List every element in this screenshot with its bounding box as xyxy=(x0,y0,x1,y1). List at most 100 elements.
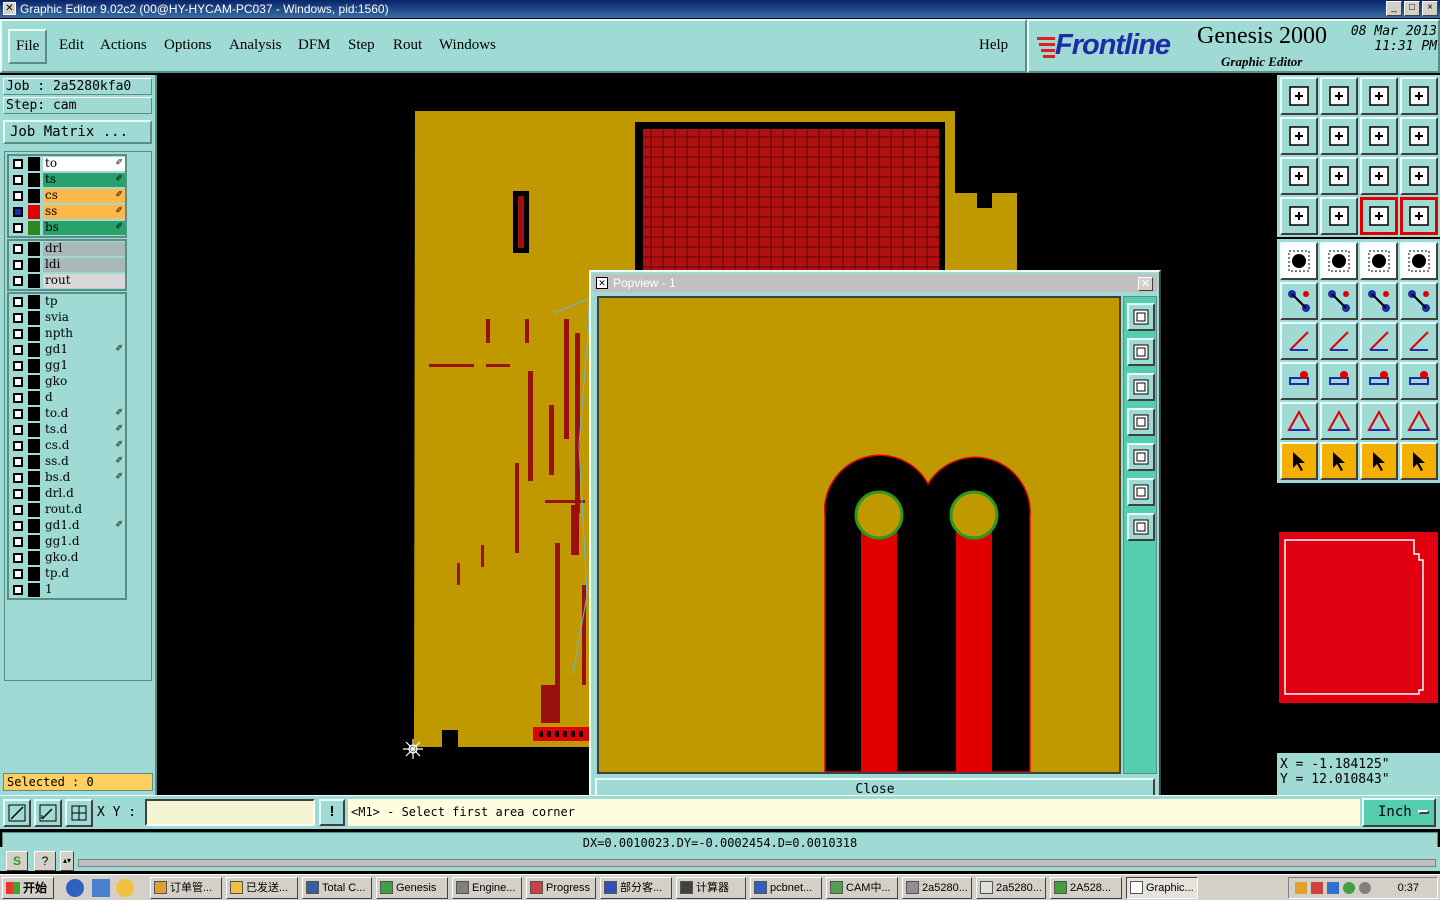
popview-canvas[interactable] xyxy=(597,296,1121,774)
taskbar-item[interactable]: CAM中... xyxy=(826,877,898,899)
taskbar-item[interactable]: 2a5280... xyxy=(976,877,1046,899)
tools-icon[interactable] xyxy=(1280,197,1318,235)
tray-app-icon[interactable] xyxy=(1295,882,1307,894)
layer-name[interactable]: drl xyxy=(43,242,125,256)
menu-edit[interactable]: Edit xyxy=(59,37,84,54)
layer-display-checkbox[interactable] xyxy=(13,175,23,185)
layer-display-checkbox[interactable] xyxy=(13,537,23,547)
snap-toggle-icon[interactable] xyxy=(1400,197,1438,235)
layer-name[interactable]: ss ✐ xyxy=(43,205,125,219)
layer-row-ldi[interactable]: ldi xyxy=(9,257,125,273)
draw-line-icon[interactable] xyxy=(1320,322,1358,360)
layer-row-cs-d[interactable]: cs.d ✐ xyxy=(9,438,125,454)
layer-row-svia[interactable]: svia xyxy=(9,310,125,326)
layer-display-checkbox[interactable] xyxy=(13,260,23,270)
layer-display-checkbox[interactable] xyxy=(13,313,23,323)
taskbar-item[interactable]: 订单管... xyxy=(150,877,222,899)
pan-left-icon[interactable] xyxy=(1127,408,1155,436)
layer-display-checkbox[interactable] xyxy=(13,585,23,595)
pan-right-icon[interactable] xyxy=(1127,443,1155,471)
rotate-icon[interactable] xyxy=(1360,322,1398,360)
page-down-icon[interactable] xyxy=(1320,77,1358,115)
query-icon[interactable]: ? xyxy=(34,851,56,871)
select-icon[interactable] xyxy=(1280,442,1318,480)
taskbar-item[interactable]: 2A528... xyxy=(1050,877,1122,899)
layer-name[interactable]: ss.d ✐ xyxy=(43,455,125,469)
spinner-icon[interactable]: ▴▾ xyxy=(60,851,74,871)
layer-display-checkbox[interactable] xyxy=(13,505,23,515)
select-net-icon[interactable] xyxy=(1400,442,1438,480)
measure-diagonal-icon[interactable] xyxy=(34,799,62,827)
layer-display-checkbox[interactable] xyxy=(13,377,23,387)
tray-volume-icon[interactable] xyxy=(1311,882,1323,894)
delete-node-icon[interactable] xyxy=(1320,282,1358,320)
browser-quicklaunch-icon[interactable] xyxy=(66,879,84,897)
layer-name[interactable]: gko.d xyxy=(43,551,125,565)
layer-row-gko-d[interactable]: gko.d xyxy=(9,550,125,566)
clock-quicklaunch-icon[interactable] xyxy=(116,879,134,897)
taskbar-item[interactable]: 已发送... xyxy=(226,877,298,899)
layer-color-swatch[interactable] xyxy=(28,503,40,517)
move-node-icon[interactable] xyxy=(1360,282,1398,320)
layer-color-swatch[interactable] xyxy=(28,274,40,288)
layer-color-swatch[interactable] xyxy=(28,519,40,533)
layer-color-swatch[interactable] xyxy=(28,583,40,597)
menu-actions[interactable]: Actions xyxy=(100,37,147,54)
popview-close-icon[interactable]: ✕ xyxy=(1138,277,1153,291)
next-icon[interactable] xyxy=(1320,117,1358,155)
layer-color-swatch[interactable] xyxy=(28,439,40,453)
layer-display-checkbox[interactable] xyxy=(13,223,23,233)
zoom-in-icon[interactable] xyxy=(1127,513,1155,541)
layer-display-checkbox[interactable] xyxy=(13,569,23,579)
layer-row-ts-d[interactable]: ts.d ✐ xyxy=(9,422,125,438)
layer-name[interactable]: drl.d xyxy=(43,487,125,501)
layer-display-checkbox[interactable] xyxy=(13,457,23,467)
grid-icon[interactable] xyxy=(1320,197,1358,235)
xy-input[interactable] xyxy=(145,799,315,826)
taskbar-item[interactable]: 计算器 xyxy=(676,877,746,899)
start-button[interactable]: 开始 xyxy=(2,877,54,899)
layer-color-swatch[interactable] xyxy=(28,311,40,325)
layer-name[interactable]: tp.d xyxy=(43,567,125,581)
menu-options[interactable]: Options xyxy=(164,37,212,54)
cut-line-icon[interactable] xyxy=(1320,362,1358,400)
layer-display-checkbox[interactable] xyxy=(13,393,23,403)
layer-row-gko[interactable]: gko xyxy=(9,374,125,390)
layer-color-swatch[interactable] xyxy=(28,471,40,485)
layer-display-checkbox[interactable] xyxy=(13,244,23,254)
layer-row-gg1[interactable]: gg1 xyxy=(9,358,125,374)
layer-name[interactable]: rout.d xyxy=(43,503,125,517)
layer-name[interactable]: d xyxy=(43,391,125,405)
poly-outline-icon[interactable] xyxy=(1320,402,1358,440)
layer-row-cs[interactable]: cs ✐ xyxy=(9,188,125,204)
script-icon[interactable]: S xyxy=(6,851,28,871)
layer-name[interactable]: rout xyxy=(43,274,125,288)
select-point-icon[interactable] xyxy=(1360,442,1398,480)
layer-name[interactable]: gg1.d xyxy=(43,535,125,549)
layer-color-swatch[interactable] xyxy=(28,535,40,549)
layer-name[interactable]: gd1 ✐ xyxy=(43,343,125,357)
edit-node-icon[interactable] xyxy=(1400,282,1438,320)
pan-down-icon[interactable] xyxy=(1127,373,1155,401)
layer-row-bs-d[interactable]: bs.d ✐ xyxy=(9,470,125,486)
layer-display-checkbox[interactable] xyxy=(13,276,23,286)
job-matrix-button[interactable]: Job Matrix ... xyxy=(3,120,152,144)
layer-color-swatch[interactable] xyxy=(28,407,40,421)
taskbar-item[interactable]: 部分客... xyxy=(600,877,672,899)
layer-name[interactable]: bs.d ✐ xyxy=(43,471,125,485)
layer-display-checkbox[interactable] xyxy=(13,409,23,419)
layer-color-swatch[interactable] xyxy=(28,295,40,309)
layer-row-drl-d[interactable]: drl.d xyxy=(9,486,125,502)
layer-row-tp-d[interactable]: tp.d xyxy=(9,566,125,582)
prev-icon[interactable] xyxy=(1280,117,1318,155)
layer-display-checkbox[interactable] xyxy=(13,441,23,451)
minimize-button[interactable]: _ xyxy=(1386,1,1402,16)
layer-name[interactable]: to.d ✐ xyxy=(43,407,125,421)
fit-icon[interactable] xyxy=(1280,157,1318,195)
taskbar-item[interactable]: Total C... xyxy=(302,877,372,899)
layer-row-drl[interactable]: drl xyxy=(9,241,125,257)
menu-step[interactable]: Step xyxy=(348,37,375,54)
select-box-icon[interactable] xyxy=(1320,442,1358,480)
layer-row-ss[interactable]: ss ✐ xyxy=(9,204,125,220)
layer-row-ts[interactable]: ts ✐ xyxy=(9,172,125,188)
